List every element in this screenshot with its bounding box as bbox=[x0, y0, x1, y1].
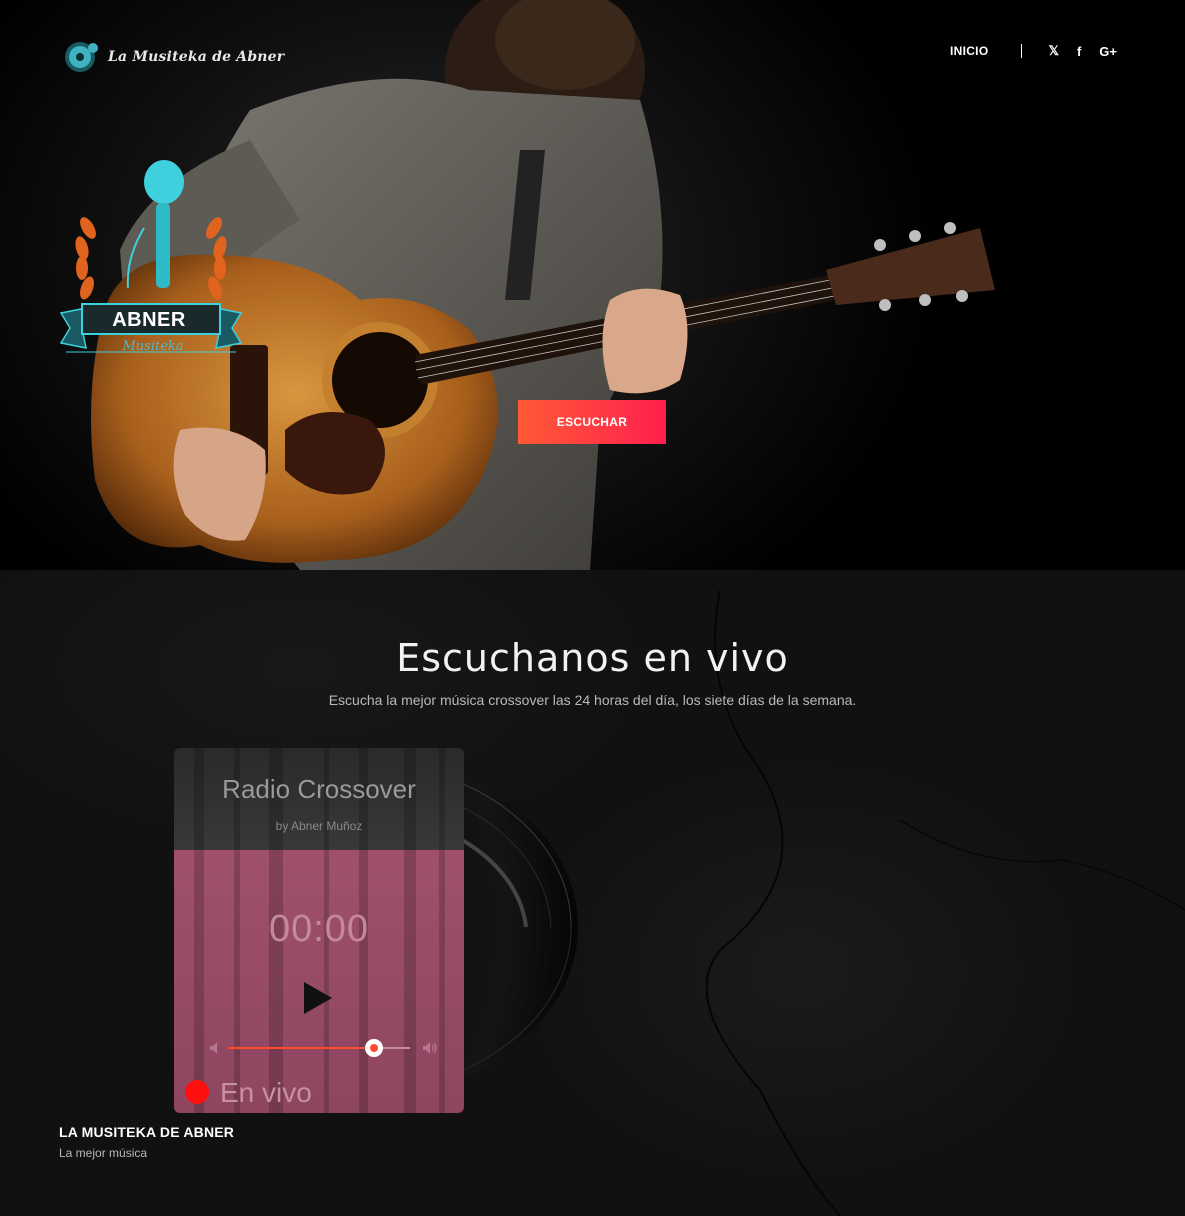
top-nav: INICIO 𝕏 f G+ bbox=[950, 43, 1117, 59]
site-logo[interactable]: La Musiteka de Abner bbox=[60, 40, 284, 74]
station-title: Radio Crossover bbox=[222, 774, 416, 804]
vinyl-logo-icon bbox=[65, 42, 98, 72]
nav-inicio[interactable]: INICIO bbox=[950, 44, 988, 58]
volume-fill bbox=[228, 1047, 374, 1049]
footer-tagline: La mejor música bbox=[59, 1146, 148, 1160]
nav-divider bbox=[1021, 44, 1023, 58]
facebook-icon[interactable]: f bbox=[1077, 44, 1081, 59]
live-label: En vivo bbox=[220, 1077, 312, 1108]
listen-button[interactable]: ESCUCHAR bbox=[518, 400, 666, 444]
volume-slider[interactable] bbox=[228, 1039, 410, 1057]
live-indicator-dot bbox=[185, 1080, 209, 1104]
radio-player: Radio Crossover by Abner Muñoz 00:00 En … bbox=[174, 748, 464, 1113]
hero-section: La Musiteka de Abner INICIO 𝕏 f G+ ABNER… bbox=[0, 0, 1185, 570]
social-links: 𝕏 f G+ bbox=[1048, 43, 1117, 59]
google-plus-icon[interactable]: G+ bbox=[1099, 44, 1117, 59]
play-icon[interactable] bbox=[302, 980, 334, 1016]
volume-control bbox=[208, 1039, 440, 1057]
twitter-icon[interactable]: 𝕏 bbox=[1048, 43, 1058, 59]
volume-high-icon[interactable] bbox=[422, 1040, 438, 1056]
playback-time: 00:00 bbox=[268, 908, 370, 950]
badge-name: ABNER bbox=[112, 309, 186, 331]
logo-text: La Musiteka de Abner bbox=[108, 49, 285, 65]
live-subtitle: Escucha la mejor música crossover las 24… bbox=[328, 692, 857, 708]
abner-badge-emblem bbox=[59, 160, 243, 353]
volume-low-icon[interactable] bbox=[208, 1040, 224, 1056]
footer-brand: LA MUSITEKA DE ABNER bbox=[59, 1124, 235, 1140]
live-title: Escuchanos en vivo bbox=[396, 636, 789, 680]
badge-subtitle: Musiteka bbox=[122, 339, 184, 354]
volume-knob[interactable] bbox=[364, 1039, 383, 1057]
station-artist: by Abner Muñoz bbox=[275, 819, 363, 833]
